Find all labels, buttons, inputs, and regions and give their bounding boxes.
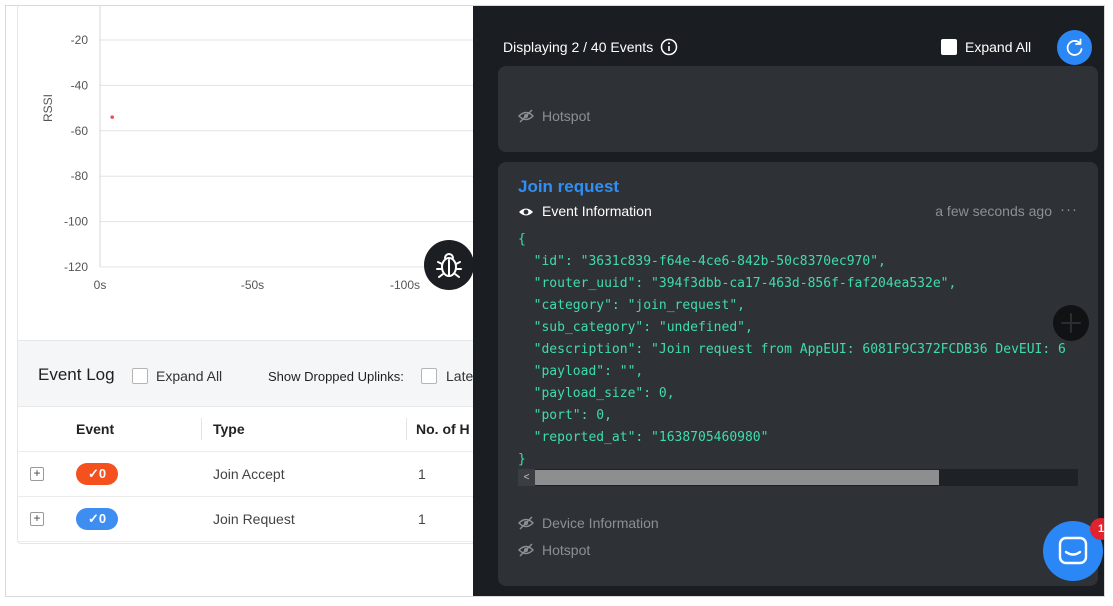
refresh-icon	[1066, 38, 1083, 56]
event-timestamp: a few seconds ago	[935, 203, 1052, 219]
y-tick-label: -40	[71, 78, 89, 92]
json-line: "reported_at": "1638705460980"	[518, 430, 769, 445]
data-point[interactable]	[110, 115, 114, 119]
rssi-chart: -20 -40 -60 -80 -100 -120 0s -50s -100s RSSI	[41, 6, 476, 292]
event-title: Join request	[518, 177, 620, 196]
event-status-badge: ✓0	[76, 508, 118, 530]
event-debug-panel: Displaying 2 / 40 Events Expand All Hots…	[473, 6, 1104, 596]
latest-checkbox[interactable]	[421, 368, 437, 384]
event-information-label: Event Information	[542, 203, 652, 219]
json-line: "sub_category": "undefined",	[518, 320, 753, 335]
json-line: "category": "join_request",	[518, 298, 745, 313]
column-header-event[interactable]: Event	[76, 421, 114, 437]
x-tick-label: -100s	[390, 278, 420, 292]
show-dropped-uplinks-label: Show Dropped Uplinks:	[268, 369, 404, 384]
chat-notification-badge: 1	[1090, 518, 1104, 540]
event-json-view: { "id": "3631c839-f64e-4ce6-842b-50c8370…	[518, 229, 1078, 471]
column-header-type[interactable]: Type	[213, 421, 245, 437]
json-line: "id": "3631c839-f64e-4ce6-842b-50c8370ec…	[518, 254, 886, 269]
x-tick-label: 0s	[94, 278, 107, 292]
device-information-label: Device Information	[542, 515, 659, 531]
prev-hotspot-label: Hotspot	[542, 108, 591, 124]
event-log-expand-all-checkbox[interactable]	[132, 368, 148, 384]
eye-off-icon[interactable]	[518, 109, 534, 123]
debug-card: -20 -40 -60 -80 -100 -120 0s -50s -100s RSSI	[17, 6, 477, 544]
event-log-expand-all-label: Expand All	[156, 368, 223, 384]
hotspot-count: 1	[418, 466, 426, 482]
eye-icon[interactable]	[518, 205, 534, 219]
horizontal-scrollbar[interactable]: <	[518, 469, 1078, 486]
event-log-toolbar: Event Log Expand All Show Dropped Uplink…	[18, 340, 476, 407]
json-line: "router_uuid": "394f3dbb-ca17-463d-856f-…	[518, 276, 957, 291]
eye-off-icon[interactable]	[518, 516, 534, 530]
x-tick-label: -50s	[241, 278, 264, 292]
event-card: Join request Event Information a few sec…	[498, 162, 1098, 586]
move-icon	[1061, 313, 1081, 333]
scrollbar-thumb[interactable]	[535, 470, 939, 485]
previous-event-card: Hotspot	[498, 66, 1098, 152]
column-divider	[406, 418, 407, 440]
scroll-left-arrow[interactable]: <	[518, 469, 535, 486]
panel-expand-all-label: Expand All	[965, 39, 1032, 55]
json-line: {	[518, 232, 526, 247]
y-tick-label: -60	[71, 124, 89, 138]
event-log-title: Event Log	[38, 365, 115, 384]
row-expand-button[interactable]: +	[30, 467, 44, 481]
column-header-hotspots[interactable]: No. of H	[416, 421, 470, 437]
event-status-badge: ✓0	[76, 463, 118, 485]
move-handle-button[interactable]	[1053, 305, 1089, 341]
eye-off-icon[interactable]	[518, 543, 534, 557]
json-line: "description": "Join request from AppEUI…	[518, 342, 1066, 357]
y-tick-label: -80	[71, 169, 89, 183]
hotspot-count: 1	[418, 511, 426, 527]
more-options-icon[interactable]: ···	[1060, 201, 1078, 218]
row-expand-button[interactable]: +	[30, 512, 44, 526]
y-tick-label: -20	[71, 33, 89, 47]
json-line: }	[518, 452, 526, 467]
json-line: "port": 0,	[518, 408, 612, 423]
event-table-header: Event Type No. of H	[18, 407, 476, 452]
hotspot-label: Hotspot	[542, 542, 591, 558]
panel-expand-all-checkbox[interactable]	[941, 39, 957, 55]
json-line: "payload_size": 0,	[518, 386, 675, 401]
refresh-button[interactable]	[1057, 30, 1092, 65]
events-count-title: Displaying 2 / 40 Events	[503, 39, 654, 55]
json-line: "payload": "",	[518, 364, 644, 379]
event-type: Join Request	[213, 511, 295, 527]
left-pane: -20 -40 -60 -80 -100 -120 0s -50s -100s RSSI	[6, 6, 477, 596]
y-tick-label: -120	[64, 260, 88, 274]
y-tick-label: -100	[64, 215, 88, 229]
event-type: Join Accept	[213, 466, 285, 482]
bug-icon	[436, 253, 462, 278]
column-divider	[201, 418, 202, 440]
debug-toggle-button[interactable]	[424, 240, 474, 290]
app-frame: -20 -40 -60 -80 -100 -120 0s -50s -100s RSSI	[5, 5, 1105, 597]
info-icon[interactable]	[660, 38, 678, 56]
y-axis-title: RSSI	[41, 94, 55, 122]
table-row[interactable]: + ✓0 Join Request 1	[18, 497, 476, 542]
table-row[interactable]: + ✓0 Join Accept 1	[18, 452, 476, 497]
latest-label: Late	[446, 368, 474, 384]
